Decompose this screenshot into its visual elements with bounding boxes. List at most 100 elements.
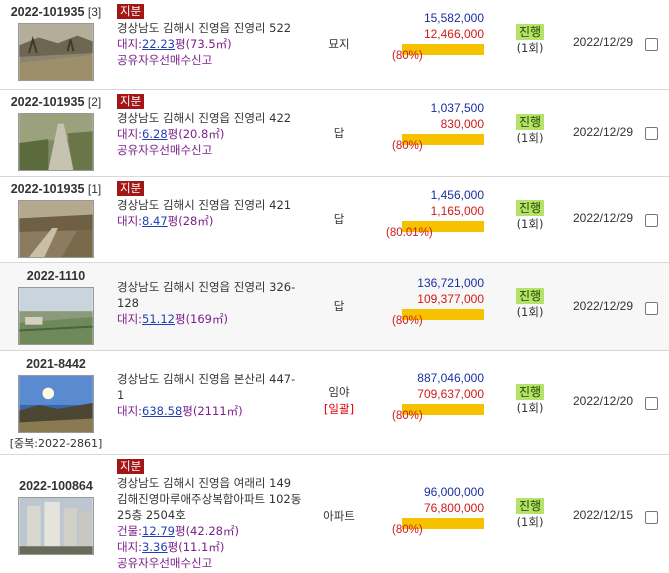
address[interactable]: 경상남도 김해시 진영읍 여래리 149 김해진영마루애주상복합아파트 102동…: [117, 475, 302, 523]
property-photo[interactable]: [18, 287, 94, 345]
property-info: 지분 경상남도 김해시 진영읍 여래리 149 김해진영마루애주상복합아파트 1…: [117, 458, 302, 571]
price-cell: 887,046,000 709,637,000 (80%): [378, 370, 484, 422]
address[interactable]: 경상남도 김해시 진영읍 진영리 326-128: [117, 279, 302, 311]
bulk-note: [일괄]: [323, 402, 355, 416]
property-info: 경상남도 김해시 진영읍 진영리 326-128 대지:51.12평(169㎡): [117, 279, 302, 327]
building-area: 건물:12.79평(42.28㎡): [117, 524, 239, 538]
round-count: (1회): [516, 515, 544, 529]
sale-date: 2022/12/29: [572, 211, 634, 225]
land-area-link[interactable]: 51.12: [142, 312, 175, 326]
property-info: 지분 경상남도 김해시 진영읍 진영리 421 대지:8.47평(28㎡): [117, 180, 302, 229]
sale-date: 2022/12/29: [572, 299, 634, 313]
status-cell: 진행 (1회): [504, 24, 556, 56]
sale-date: 2022/12/29: [572, 125, 634, 139]
case-number[interactable]: 2022-101935 [1]: [0, 182, 112, 196]
price-cell: 136,721,000 109,377,000 (80%): [378, 275, 484, 327]
status-cell: 진행 (1회): [504, 114, 556, 146]
table-row: 2022-100864 지분 경상남도 김해시 진영읍 여래리 149 김해진영…: [0, 455, 669, 573]
appraisal-price: 1,456,000: [430, 188, 484, 202]
status-cell: 진행 (1회): [504, 498, 556, 530]
land-area-link[interactable]: 8.47: [142, 214, 168, 228]
table-row: 2021-8442 [중복:2022-2861] 경상남도 김해시 진영읍 본산…: [0, 351, 669, 455]
co-owner-priority: 공유자우선매수신고: [117, 556, 213, 570]
land-area: 대지:22.23평(73.5㎡): [117, 37, 232, 51]
case-number[interactable]: 2021-8442: [0, 357, 112, 371]
appraisal-price: 15,582,000: [423, 11, 484, 25]
case-number[interactable]: 2022-101935 [3]: [0, 5, 112, 19]
table-row: 2022-101935 [2] 지분 경상남도 김해시 진영읍 진영리 422 …: [0, 90, 669, 177]
table-row: 2022-1110 경상남도 김해시 진영읍 진영리 326-128 대지:51…: [0, 263, 669, 351]
case-cell: 2022-101935 [2]: [0, 95, 112, 171]
co-owner-priority: 공유자우선매수신고: [117, 143, 213, 157]
case-cell: 2022-101935 [3]: [0, 5, 112, 81]
property-photo[interactable]: [18, 375, 94, 433]
select-checkbox[interactable]: [645, 397, 658, 410]
minimum-price: 76,800,000: [423, 501, 484, 515]
status-cell: 진행 (1회): [504, 288, 556, 320]
case-number[interactable]: 2022-101935 [2]: [0, 95, 112, 109]
price-cell: 1,456,000 1,165,000 (80.01%): [378, 187, 484, 239]
property-photo[interactable]: [18, 497, 94, 555]
select-checkbox[interactable]: [645, 511, 658, 524]
land-area: 대지:6.28평(20.8㎡): [117, 127, 225, 141]
share-badge: 지분: [117, 94, 145, 109]
property-info: 지분 경상남도 김해시 진영읍 진영리 422 대지:6.28평(20.8㎡) …: [117, 93, 302, 158]
round-count: (1회): [516, 305, 544, 319]
sale-date: 2022/12/29: [572, 35, 634, 49]
select-checkbox[interactable]: [645, 38, 658, 51]
appraisal-price: 96,000,000: [423, 485, 484, 499]
case-cell: 2022-1110: [0, 269, 112, 345]
sale-date: 2022/12/20: [572, 394, 634, 408]
case-cell: 2022-100864: [0, 479, 112, 555]
select-checkbox[interactable]: [645, 214, 658, 227]
property-photo[interactable]: [18, 113, 94, 171]
building-area-link[interactable]: 12.79: [142, 524, 175, 538]
land-area-link[interactable]: 22.23: [142, 37, 175, 51]
address[interactable]: 경상남도 김해시 진영읍 진영리 522: [117, 20, 302, 36]
status-cell: 진행 (1회): [504, 384, 556, 416]
status-badge: 진행: [515, 498, 545, 514]
price-cell: 1,037,500 830,000 (80%): [378, 100, 484, 152]
price-cell: 96,000,000 76,800,000 (80%): [378, 484, 484, 536]
round-count: (1회): [516, 217, 544, 231]
status-badge: 진행: [515, 200, 545, 216]
land-area-link[interactable]: 638.58: [142, 404, 182, 418]
minimum-price: 12,466,000: [423, 27, 484, 41]
price-ratio: (80%): [378, 44, 484, 62]
case-number[interactable]: 2022-100864: [0, 479, 112, 493]
land-area: 대지:3.36평(11.1㎡): [117, 540, 225, 554]
property-info: 지분 경상남도 김해시 진영읍 진영리 522 대지:22.23평(73.5㎡)…: [117, 3, 302, 68]
minimum-price: 1,165,000: [430, 204, 484, 218]
usage: 답: [333, 212, 345, 226]
land-area-link[interactable]: 3.36: [142, 540, 168, 554]
sale-date: 2022/12/15: [572, 508, 634, 522]
table-row: 2022-101935 [1] 지분 경상남도 김해시 진영읍 진영리 421 …: [0, 177, 669, 263]
property-photo[interactable]: [18, 23, 94, 81]
status-cell: 진행 (1회): [504, 200, 556, 232]
property-photo[interactable]: [18, 200, 94, 258]
round-count: (1회): [516, 131, 544, 145]
duplicate-case[interactable]: [중복:2022-2861]: [0, 435, 112, 451]
address[interactable]: 경상남도 김해시 진영읍 진영리 422: [117, 110, 302, 126]
co-owner-priority: 공유자우선매수신고: [117, 53, 213, 67]
table-row: 2022-101935 [3] 지분 경상남도 김해시 진영읍 진영리 522 …: [0, 0, 669, 90]
price-ratio: (80%): [378, 404, 484, 422]
address[interactable]: 경상남도 김해시 진영읍 진영리 421: [117, 197, 302, 213]
case-cell: 2022-101935 [1]: [0, 182, 112, 258]
appraisal-price: 1,037,500: [430, 101, 484, 115]
usage-cell: 임야 [일괄]: [305, 384, 373, 418]
address[interactable]: 경상남도 김해시 진영읍 본산리 447-1: [117, 371, 302, 403]
round-count: (1회): [516, 41, 544, 55]
land-area-link[interactable]: 6.28: [142, 127, 168, 141]
select-checkbox[interactable]: [645, 127, 658, 140]
usage: 아파트: [323, 509, 355, 523]
land-area: 대지:638.58평(2111㎡): [117, 404, 243, 418]
case-number[interactable]: 2022-1110: [0, 269, 112, 283]
price-ratio: (80.01%): [378, 221, 484, 239]
select-checkbox[interactable]: [645, 302, 658, 315]
share-badge: 지분: [117, 181, 145, 196]
minimum-price: 830,000: [440, 117, 484, 131]
price-ratio: (80%): [378, 518, 484, 536]
price-ratio: (80%): [378, 309, 484, 327]
usage: 묘지: [328, 37, 350, 51]
